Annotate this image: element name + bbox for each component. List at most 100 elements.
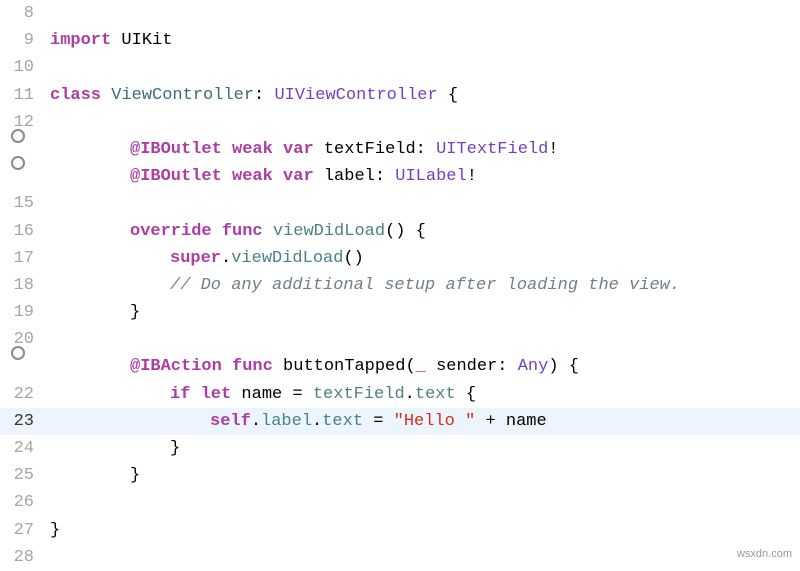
gutter[interactable]: 27 bbox=[0, 517, 40, 544]
token-plain bbox=[222, 167, 232, 186]
watermark: wsxdn.com bbox=[737, 546, 792, 564]
token-plain: . bbox=[312, 412, 322, 431]
token-type: UILabel bbox=[395, 167, 466, 186]
token-type: Any bbox=[518, 357, 549, 376]
code-line[interactable]: 17super.viewDidLoad() bbox=[0, 245, 800, 272]
token-plain bbox=[212, 222, 222, 241]
token-keyword: super bbox=[170, 249, 221, 268]
token-plain: = bbox=[363, 412, 394, 431]
line-number: 22 bbox=[14, 381, 34, 408]
code-editor[interactable]: 89import UIKit1011class ViewController: … bbox=[0, 0, 800, 571]
code-content[interactable]: if let name = textField.text { bbox=[40, 381, 476, 408]
line-number: 17 bbox=[14, 245, 34, 272]
token-type: UITextField bbox=[436, 140, 548, 159]
code-content[interactable]: override func viewDidLoad() { bbox=[40, 218, 426, 245]
token-plain: UIKit bbox=[111, 31, 172, 50]
gutter[interactable]: 9 bbox=[0, 27, 40, 54]
code-line[interactable]: 25} bbox=[0, 462, 800, 489]
code-content[interactable]: class ViewController: UIViewController { bbox=[40, 82, 458, 109]
gutter[interactable]: 8 bbox=[0, 0, 40, 27]
token-keyword: var bbox=[283, 167, 314, 186]
gutter[interactable]: 22 bbox=[0, 381, 40, 408]
gutter[interactable]: 26 bbox=[0, 489, 40, 516]
line-number: 19 bbox=[14, 299, 34, 326]
token-method: text bbox=[415, 385, 456, 404]
code-line[interactable]: 19} bbox=[0, 299, 800, 326]
code-line[interactable]: @IBOutlet weak var label: UILabel! bbox=[0, 163, 800, 190]
line-number: 26 bbox=[14, 489, 34, 516]
token-method: textField bbox=[313, 385, 405, 404]
line-number: 11 bbox=[14, 82, 34, 109]
code-content[interactable]: } bbox=[40, 517, 60, 544]
token-plain: sender: bbox=[426, 357, 518, 376]
gutter[interactable]: 15 bbox=[0, 190, 40, 217]
gutter[interactable]: 16 bbox=[0, 218, 40, 245]
breakpoint-icon[interactable] bbox=[11, 346, 25, 360]
code-line[interactable]: 24} bbox=[0, 435, 800, 462]
token-identifier: ViewController bbox=[111, 86, 254, 105]
gutter[interactable]: 23 bbox=[0, 408, 40, 435]
token-plain: ! bbox=[467, 167, 477, 186]
token-plain: : bbox=[254, 86, 274, 105]
code-line[interactable]: 27} bbox=[0, 517, 800, 544]
token-plain: textField: bbox=[314, 140, 436, 159]
line-number: 28 bbox=[14, 544, 34, 571]
gutter[interactable]: 25 bbox=[0, 462, 40, 489]
token-plain: ! bbox=[548, 140, 558, 159]
token-keyword: import bbox=[50, 31, 111, 50]
token-plain bbox=[101, 86, 111, 105]
token-string: "Hello " bbox=[394, 412, 476, 431]
code-line[interactable]: @IBAction func buttonTapped(_ sender: An… bbox=[0, 353, 800, 380]
token-plain: label: bbox=[314, 167, 396, 186]
token-plain: } bbox=[130, 466, 140, 485]
code-line[interactable]: 23self.label.text = "Hello " + name bbox=[0, 408, 800, 435]
code-line[interactable]: 22if let name = textField.text { bbox=[0, 381, 800, 408]
code-line[interactable]: 9import UIKit bbox=[0, 27, 800, 54]
code-line[interactable]: 20 bbox=[0, 326, 800, 353]
code-content[interactable]: @IBAction func buttonTapped(_ sender: An… bbox=[40, 353, 579, 380]
token-plain: { bbox=[456, 385, 476, 404]
line-number: 16 bbox=[14, 218, 34, 245]
token-keyword: let bbox=[201, 385, 232, 404]
gutter[interactable]: 24 bbox=[0, 435, 40, 462]
code-line[interactable]: 26 bbox=[0, 489, 800, 516]
breakpoint-icon[interactable] bbox=[11, 156, 25, 170]
code-content[interactable]: import UIKit bbox=[40, 27, 172, 54]
gutter[interactable]: 19 bbox=[0, 299, 40, 326]
gutter[interactable]: 11 bbox=[0, 82, 40, 109]
token-plain bbox=[263, 222, 273, 241]
code-content[interactable]: self.label.text = "Hello " + name bbox=[40, 408, 547, 435]
code-line[interactable]: 16override func viewDidLoad() { bbox=[0, 218, 800, 245]
code-content[interactable]: // Do any additional setup after loading… bbox=[40, 272, 680, 299]
token-keyword: self bbox=[210, 412, 251, 431]
gutter[interactable]: 18 bbox=[0, 272, 40, 299]
gutter[interactable]: 17 bbox=[0, 245, 40, 272]
token-keyword: override bbox=[130, 222, 212, 241]
code-content[interactable]: } bbox=[40, 299, 140, 326]
token-method: viewDidLoad bbox=[231, 249, 343, 268]
code-content[interactable]: @IBOutlet weak var textField: UITextFiel… bbox=[40, 136, 559, 163]
code-content[interactable]: @IBOutlet weak var label: UILabel! bbox=[40, 163, 477, 190]
gutter[interactable]: 28 bbox=[0, 544, 40, 571]
code-content[interactable]: super.viewDidLoad() bbox=[40, 245, 364, 272]
token-keyword: class bbox=[50, 86, 101, 105]
line-number: 15 bbox=[14, 190, 34, 217]
token-keyword: var bbox=[283, 140, 314, 159]
token-plain: + name bbox=[475, 412, 546, 431]
code-content[interactable]: } bbox=[40, 435, 180, 462]
code-line[interactable]: 11class ViewController: UIViewController… bbox=[0, 82, 800, 109]
token-plain bbox=[222, 140, 232, 159]
token-plain: } bbox=[50, 521, 60, 540]
token-plain: () { bbox=[385, 222, 426, 241]
code-line[interactable]: 15 bbox=[0, 190, 800, 217]
code-line[interactable]: 10 bbox=[0, 54, 800, 81]
gutter[interactable]: 10 bbox=[0, 54, 40, 81]
code-line[interactable]: 28 bbox=[0, 544, 800, 571]
code-content[interactable]: } bbox=[40, 462, 140, 489]
code-line[interactable]: 18// Do any additional setup after loadi… bbox=[0, 272, 800, 299]
code-line[interactable]: @IBOutlet weak var textField: UITextFiel… bbox=[0, 136, 800, 163]
breakpoint-icon[interactable] bbox=[11, 129, 25, 143]
code-line[interactable]: 8 bbox=[0, 0, 800, 27]
token-plain: name = bbox=[231, 385, 313, 404]
code-line[interactable]: 12 bbox=[0, 109, 800, 136]
